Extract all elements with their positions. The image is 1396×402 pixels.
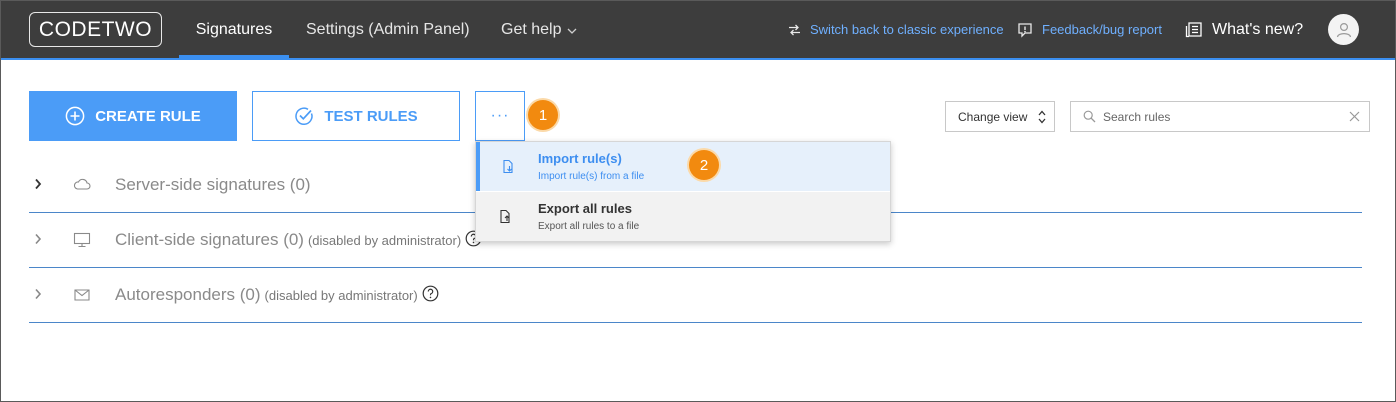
- disabled-note: (disabled by administrator): [264, 288, 418, 303]
- top-navigation-bar: CODETWO Signatures Settings (Admin Panel…: [1, 1, 1395, 59]
- check-circle-icon: [294, 106, 314, 126]
- nav-signatures[interactable]: Signatures: [179, 1, 289, 59]
- menu-item-export-all-rules[interactable]: Export all rules Export all rules to a f…: [476, 192, 890, 241]
- section-title: Server-side signatures (0): [115, 175, 311, 194]
- feedback-icon: [1017, 22, 1033, 38]
- import-icon: [500, 159, 515, 174]
- search-rules-box: [1070, 101, 1370, 132]
- topbar-accent-line: [1, 58, 1395, 60]
- user-avatar[interactable]: [1328, 14, 1359, 45]
- plus-circle-icon: [65, 106, 85, 126]
- search-input[interactable]: [1103, 107, 1343, 127]
- switch-arrows-icon: [788, 24, 801, 36]
- monitor-icon: [73, 232, 91, 248]
- step-badge-1: 1: [528, 100, 558, 130]
- app-window: CODETWO Signatures Settings (Admin Panel…: [0, 0, 1396, 402]
- section-title: Client-side signatures (0) (disabled by a…: [115, 230, 482, 250]
- chevron-right-icon[interactable]: [34, 178, 42, 190]
- search-icon: [1083, 110, 1096, 123]
- whats-new-button[interactable]: What's new?: [1185, 1, 1303, 58]
- chevron-right-icon[interactable]: [34, 288, 42, 300]
- menu-item-import-rules[interactable]: Import rule(s) Import rule(s) from a fil…: [476, 142, 890, 191]
- more-options-dropdown: Import rule(s) Import rule(s) from a fil…: [475, 141, 891, 242]
- change-view-select[interactable]: Change view: [945, 101, 1055, 132]
- create-rule-button[interactable]: CREATE RULE: [29, 91, 237, 141]
- cloud-icon: [73, 177, 91, 191]
- chevron-right-icon[interactable]: [34, 233, 42, 245]
- vertical-scrollbar[interactable]: [1381, 60, 1395, 401]
- chevron-down-icon: [567, 25, 577, 37]
- codetwo-logo[interactable]: CODETWO: [29, 12, 162, 47]
- nav-get-help[interactable]: Get help: [501, 1, 577, 58]
- nav-settings-admin-panel[interactable]: Settings (Admin Panel): [306, 1, 470, 58]
- switch-classic-link[interactable]: Switch back to classic experience: [788, 1, 1004, 58]
- help-icon[interactable]: [422, 285, 439, 302]
- mail-reply-icon: [73, 287, 91, 303]
- clear-search-icon[interactable]: [1349, 111, 1360, 122]
- export-icon: [498, 209, 513, 224]
- feedback-link[interactable]: Feedback/bug report: [1017, 1, 1162, 58]
- updown-chevron-icon: [1038, 109, 1046, 125]
- step-badge-2: 2: [689, 150, 719, 180]
- section-autoresponders[interactable]: Autoresponders (0) (disabled by administr…: [29, 268, 1362, 323]
- disabled-note: (disabled by administrator): [307, 233, 462, 248]
- more-options-button[interactable]: ···: [475, 91, 525, 141]
- user-icon: [1336, 22, 1351, 37]
- section-title: Autoresponders (0) (disabled by administr…: [115, 285, 439, 305]
- test-rules-button[interactable]: TEST RULES: [252, 91, 460, 141]
- news-icon: [1185, 21, 1203, 39]
